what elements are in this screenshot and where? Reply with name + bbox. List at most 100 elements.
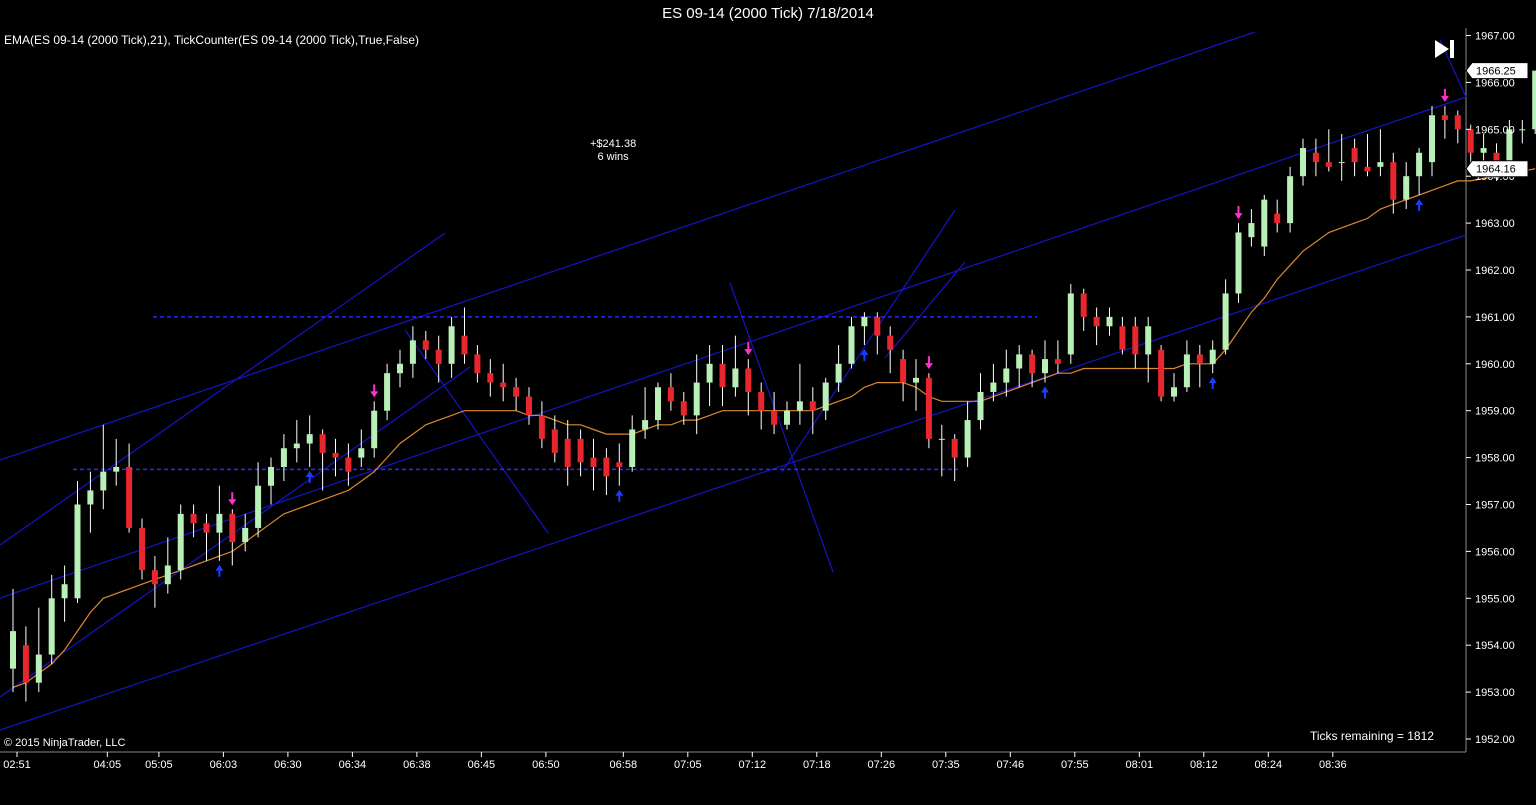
y-tick-label: 1956.00 xyxy=(1475,546,1515,558)
candle-body xyxy=(229,513,236,543)
x-tick-label: 07:12 xyxy=(739,759,767,771)
sell-signal-arrow xyxy=(1234,206,1243,220)
candle-body xyxy=(1467,129,1474,153)
candle-body xyxy=(1325,162,1332,167)
x-tick-label: 07:46 xyxy=(997,759,1025,771)
y-tick-label: 1962.00 xyxy=(1475,265,1515,277)
candle-body xyxy=(1054,359,1061,364)
x-tick-label: 07:55 xyxy=(1061,759,1089,771)
price-chart[interactable]: 1967.001966.001965.001964.001963.001962.… xyxy=(0,0,1536,805)
candle-body xyxy=(1042,359,1048,374)
candle-body xyxy=(964,420,971,458)
x-tick-label: 06:30 xyxy=(274,759,302,771)
candle-body xyxy=(435,349,442,364)
candle-body xyxy=(1235,232,1242,294)
candle-body xyxy=(1119,326,1126,350)
buy-signal-arrow xyxy=(1041,386,1049,399)
ticks-remaining: Ticks remaining = 1812 xyxy=(1310,729,1434,743)
candle-body xyxy=(655,387,661,421)
x-tick-label: 07:18 xyxy=(803,759,831,771)
candle-body xyxy=(706,363,713,383)
candle-body xyxy=(113,466,120,472)
candle-body xyxy=(667,387,674,402)
sell-signal-arrow xyxy=(370,384,379,398)
trend-line xyxy=(0,234,1467,731)
candle-body xyxy=(1145,326,1152,355)
candle-body xyxy=(835,363,842,383)
candle-body xyxy=(680,401,687,416)
candle-body xyxy=(177,513,184,571)
candle-body xyxy=(758,391,765,411)
candle-body xyxy=(268,466,274,486)
y-tick-label: 1958.00 xyxy=(1475,453,1515,465)
sell-signal-arrow xyxy=(924,356,933,370)
candle-body xyxy=(1480,148,1487,153)
candle-body xyxy=(887,335,894,350)
candle-body xyxy=(861,316,868,327)
x-tick-label: 07:05 xyxy=(674,759,702,771)
candle-body xyxy=(925,377,932,439)
candle-body xyxy=(1016,354,1023,369)
candle-body xyxy=(771,410,778,425)
candle-body xyxy=(1519,129,1526,131)
candle-body xyxy=(1441,115,1448,120)
candle-body xyxy=(1416,152,1423,177)
candle-body xyxy=(796,401,803,411)
sell-signal-arrow xyxy=(228,492,237,506)
candle-body xyxy=(1171,387,1177,397)
y-tick-label: 1955.00 xyxy=(1475,593,1515,605)
candle-body xyxy=(190,513,197,524)
candle-body xyxy=(642,420,649,430)
ema-price-marker: 1964.16 xyxy=(1476,164,1516,176)
candle-body xyxy=(719,363,726,388)
x-tick-label: 08:36 xyxy=(1319,759,1347,771)
candle-body xyxy=(1248,223,1255,238)
candle-body xyxy=(22,645,29,683)
candle-body xyxy=(139,527,145,571)
x-tick-label: 07:26 xyxy=(868,759,896,771)
candle-body xyxy=(487,373,494,383)
candle-body xyxy=(332,452,339,458)
candle-body xyxy=(693,382,700,416)
candle-body xyxy=(1364,166,1371,172)
candle-body xyxy=(1029,354,1036,374)
candle-body xyxy=(255,485,262,528)
sell-signal-arrow xyxy=(1440,88,1449,102)
candle-body xyxy=(1196,354,1203,364)
candle-body xyxy=(461,335,468,355)
candle-body xyxy=(500,382,507,388)
candle-body xyxy=(590,457,597,467)
chart-window: ES 09-14 (2000 Tick) 7/18/2014 EMA(ES 09… xyxy=(0,0,1536,805)
candle-body xyxy=(48,598,55,655)
candle-body xyxy=(371,410,378,449)
candle-body xyxy=(1158,349,1165,397)
candle-body xyxy=(1093,316,1100,327)
candle-body xyxy=(1132,326,1139,355)
wins-count: 6 wins xyxy=(597,151,629,163)
y-tick-label: 1960.00 xyxy=(1475,359,1515,371)
candle-body xyxy=(358,448,365,458)
scroll-to-end-icon[interactable] xyxy=(1433,37,1457,61)
last-price-marker: 1966.25 xyxy=(1476,66,1516,78)
x-tick-label: 04:05 xyxy=(94,759,122,771)
candle-body xyxy=(1377,162,1384,167)
candle-body xyxy=(203,523,210,533)
candle-body xyxy=(913,377,919,383)
x-tick-label: 06:03 xyxy=(210,759,238,771)
trend-line xyxy=(729,282,834,573)
y-tick-label: 1965.00 xyxy=(1475,124,1515,136)
candle-body xyxy=(1300,148,1306,177)
candle-body xyxy=(616,462,623,467)
y-tick-label: 1959.00 xyxy=(1475,406,1515,418)
candle-body xyxy=(306,434,313,444)
x-tick-label: 02:51 xyxy=(3,759,31,771)
candle-body xyxy=(809,401,816,411)
trend-line xyxy=(884,261,966,359)
candle-body xyxy=(319,434,326,453)
pnl-value: +$241.38 xyxy=(590,138,637,150)
y-tick-label: 1966.00 xyxy=(1475,77,1515,89)
y-tick-label: 1952.00 xyxy=(1475,734,1515,746)
candle-body xyxy=(1183,354,1190,388)
candle-body xyxy=(164,565,171,585)
x-tick-label: 06:38 xyxy=(403,759,431,771)
